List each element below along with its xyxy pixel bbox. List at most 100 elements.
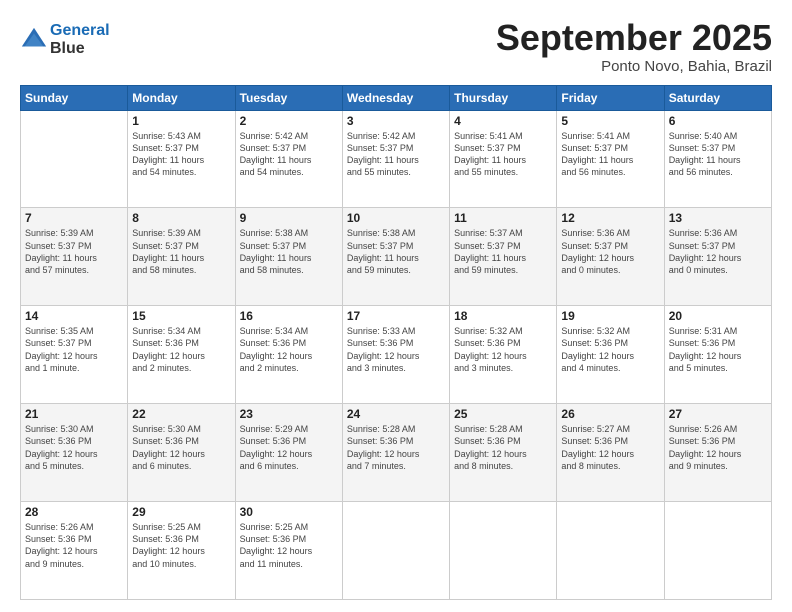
calendar-cell: 30 Sunrise: 5:25 AMSunset: 5:36 PMDayligh… <box>235 502 342 600</box>
day-number: 21 <box>25 407 123 421</box>
day-number: 18 <box>454 309 552 323</box>
page: General Blue September 2025 Ponto Novo, … <box>0 0 792 612</box>
calendar-cell: 24 Sunrise: 5:28 AMSunset: 5:36 PMDayligh… <box>342 404 449 502</box>
calendar-cell: 5 Sunrise: 5:41 AMSunset: 5:37 PMDaylight… <box>557 110 664 208</box>
day-info: Sunrise: 5:30 AMSunset: 5:36 PMDaylight:… <box>132 423 230 472</box>
calendar-cell: 1 Sunrise: 5:43 AMSunset: 5:37 PMDaylight… <box>128 110 235 208</box>
day-info: Sunrise: 5:28 AMSunset: 5:36 PMDaylight:… <box>454 423 552 472</box>
weekday-header-tuesday: Tuesday <box>235 85 342 110</box>
day-info: Sunrise: 5:26 AMSunset: 5:36 PMDaylight:… <box>25 521 123 570</box>
calendar-cell: 22 Sunrise: 5:30 AMSunset: 5:36 PMDayligh… <box>128 404 235 502</box>
logo-general: General <box>50 22 110 39</box>
day-info: Sunrise: 5:38 AMSunset: 5:37 PMDaylight:… <box>347 227 445 276</box>
calendar-cell: 23Sunrise: 5:29 AMSunset: 5:36 PMDayligh… <box>235 404 342 502</box>
day-number: 5 <box>561 114 659 128</box>
calendar-cell: 15Sunrise: 5:34 AMSunset: 5:36 PMDayligh… <box>128 306 235 404</box>
day-number: 24 <box>347 407 445 421</box>
day-info: Sunrise: 5:26 AMSunset: 5:36 PMDaylight:… <box>669 423 767 472</box>
header: General Blue September 2025 Ponto Novo, … <box>20 18 772 75</box>
calendar-cell <box>664 502 771 600</box>
weekday-header-thursday: Thursday <box>450 85 557 110</box>
calendar-cell: 7Sunrise: 5:39 AMSunset: 5:37 PMDaylight… <box>21 208 128 306</box>
day-number: 4 <box>454 114 552 128</box>
day-number: 30 <box>240 505 338 519</box>
day-info: Sunrise: 5:43 AMSunset: 5:37 PMDaylight:… <box>132 130 230 179</box>
day-number: 13 <box>669 211 767 225</box>
day-number: 1 <box>132 114 230 128</box>
calendar-cell <box>342 502 449 600</box>
calendar-cell <box>21 110 128 208</box>
logo: General Blue <box>20 22 110 57</box>
calendar-week-row: 14 Sunrise: 5:35 AMSunset: 5:37 PMDayligh… <box>21 306 772 404</box>
day-info: Sunrise: 5:27 AMSunset: 5:36 PMDaylight:… <box>561 423 659 472</box>
day-info: Sunrise: 5:41 AMSunset: 5:37 PMDaylight:… <box>454 130 552 179</box>
day-info: Sunrise: 5:25 AMSunset: 5:36 PMDaylight:… <box>132 521 230 570</box>
day-info: Sunrise: 5:31 AMSunset: 5:36 PMDaylight:… <box>669 325 767 374</box>
day-number: 9 <box>240 211 338 225</box>
calendar-cell: 20 Sunrise: 5:31 AMSunset: 5:36 PMDayligh… <box>664 306 771 404</box>
day-number: 10 <box>347 211 445 225</box>
day-number: 26 <box>561 407 659 421</box>
calendar-cell: 25Sunrise: 5:28 AMSunset: 5:36 PMDayligh… <box>450 404 557 502</box>
day-number: 16 <box>240 309 338 323</box>
weekday-header-wednesday: Wednesday <box>342 85 449 110</box>
calendar-cell: 19Sunrise: 5:32 AMSunset: 5:36 PMDayligh… <box>557 306 664 404</box>
day-info: Sunrise: 5:42 AMSunset: 5:37 PMDaylight:… <box>240 130 338 179</box>
weekday-header-sunday: Sunday <box>21 85 128 110</box>
month-title: September 2025 <box>496 18 772 58</box>
calendar-cell: 10 Sunrise: 5:38 AMSunset: 5:37 PMDayligh… <box>342 208 449 306</box>
calendar-cell: 9 Sunrise: 5:38 AMSunset: 5:37 PMDaylight… <box>235 208 342 306</box>
calendar-cell: 14 Sunrise: 5:35 AMSunset: 5:37 PMDayligh… <box>21 306 128 404</box>
calendar-cell: 18Sunrise: 5:32 AMSunset: 5:36 PMDayligh… <box>450 306 557 404</box>
weekday-header-saturday: Saturday <box>664 85 771 110</box>
day-number: 7 <box>25 211 123 225</box>
day-number: 22 <box>132 407 230 421</box>
weekday-header-monday: Monday <box>128 85 235 110</box>
day-number: 19 <box>561 309 659 323</box>
logo-icon <box>20 26 48 54</box>
day-number: 11 <box>454 211 552 225</box>
day-info: Sunrise: 5:33 AMSunset: 5:36 PMDaylight:… <box>347 325 445 374</box>
day-info: Sunrise: 5:40 AMSunset: 5:37 PMDaylight:… <box>669 130 767 179</box>
day-info: Sunrise: 5:25 AMSunset: 5:36 PMDaylight:… <box>240 521 338 570</box>
calendar-cell <box>450 502 557 600</box>
calendar-cell: 21 Sunrise: 5:30 AMSunset: 5:36 PMDayligh… <box>21 404 128 502</box>
calendar-cell: 12 Sunrise: 5:36 AMSunset: 5:37 PMDayligh… <box>557 208 664 306</box>
day-number: 14 <box>25 309 123 323</box>
weekday-header-friday: Friday <box>557 85 664 110</box>
calendar-week-row: 1 Sunrise: 5:43 AMSunset: 5:37 PMDaylight… <box>21 110 772 208</box>
day-number: 23 <box>240 407 338 421</box>
logo-blue: Blue <box>50 40 85 57</box>
calendar-table: SundayMondayTuesdayWednesdayThursdayFrid… <box>20 85 772 600</box>
day-number: 2 <box>240 114 338 128</box>
day-number: 20 <box>669 309 767 323</box>
title-block: September 2025 Ponto Novo, Bahia, Brazil <box>496 18 772 75</box>
calendar-cell: 3Sunrise: 5:42 AMSunset: 5:37 PMDaylight… <box>342 110 449 208</box>
day-info: Sunrise: 5:39 AMSunset: 5:37 PMDaylight:… <box>132 227 230 276</box>
day-info: Sunrise: 5:30 AMSunset: 5:36 PMDaylight:… <box>25 423 123 472</box>
calendar-cell: 6Sunrise: 5:40 AMSunset: 5:37 PMDaylight… <box>664 110 771 208</box>
day-info: Sunrise: 5:36 AMSunset: 5:37 PMDaylight:… <box>669 227 767 276</box>
location-subtitle: Ponto Novo, Bahia, Brazil <box>496 58 772 75</box>
day-info: Sunrise: 5:38 AMSunset: 5:37 PMDaylight:… <box>240 227 338 276</box>
calendar-cell: 29 Sunrise: 5:25 AMSunset: 5:36 PMDayligh… <box>128 502 235 600</box>
day-number: 12 <box>561 211 659 225</box>
calendar-cell: 13 Sunrise: 5:36 AMSunset: 5:37 PMDayligh… <box>664 208 771 306</box>
day-info: Sunrise: 5:34 AMSunset: 5:36 PMDaylight:… <box>132 325 230 374</box>
calendar-cell: 4 Sunrise: 5:41 AMSunset: 5:37 PMDaylight… <box>450 110 557 208</box>
day-info: Sunrise: 5:41 AMSunset: 5:37 PMDaylight:… <box>561 130 659 179</box>
day-number: 29 <box>132 505 230 519</box>
day-info: Sunrise: 5:42 AMSunset: 5:37 PMDaylight:… <box>347 130 445 179</box>
calendar-cell: 2 Sunrise: 5:42 AMSunset: 5:37 PMDaylight… <box>235 110 342 208</box>
calendar-cell: 8Sunrise: 5:39 AMSunset: 5:37 PMDaylight… <box>128 208 235 306</box>
day-info: Sunrise: 5:37 AMSunset: 5:37 PMDaylight:… <box>454 227 552 276</box>
calendar-cell: 16Sunrise: 5:34 AMSunset: 5:36 PMDayligh… <box>235 306 342 404</box>
day-info: Sunrise: 5:28 AMSunset: 5:36 PMDaylight:… <box>347 423 445 472</box>
day-number: 27 <box>669 407 767 421</box>
calendar-week-row: 28 Sunrise: 5:26 AMSunset: 5:36 PMDayligh… <box>21 502 772 600</box>
day-info: Sunrise: 5:35 AMSunset: 5:37 PMDaylight:… <box>25 325 123 374</box>
calendar-cell <box>557 502 664 600</box>
day-info: Sunrise: 5:36 AMSunset: 5:37 PMDaylight:… <box>561 227 659 276</box>
calendar-cell: 26 Sunrise: 5:27 AMSunset: 5:36 PMDayligh… <box>557 404 664 502</box>
day-number: 28 <box>25 505 123 519</box>
